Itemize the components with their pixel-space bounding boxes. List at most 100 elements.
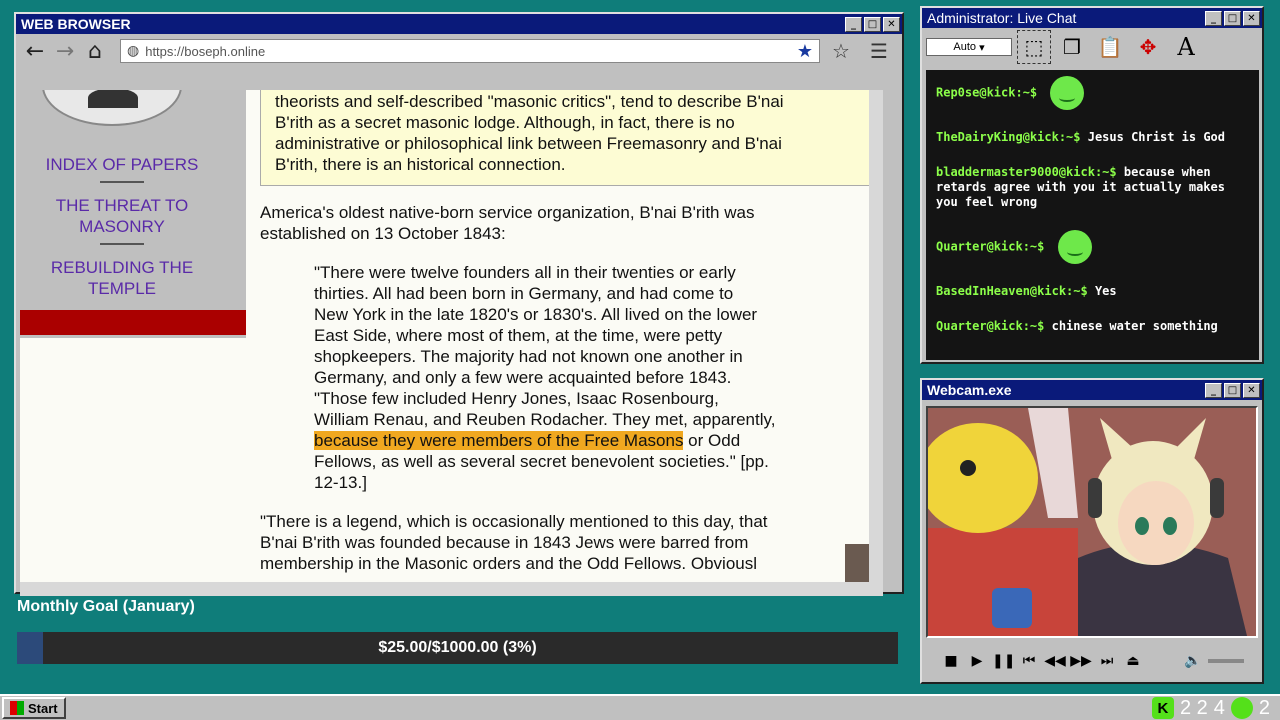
quote-text: or Odd bbox=[683, 431, 741, 450]
horizontal-scrollbar[interactable] bbox=[20, 582, 883, 596]
home-icon[interactable]: ⌂ bbox=[82, 38, 108, 64]
chat-text: chinese water something bbox=[1051, 319, 1218, 333]
chat-log: Rep0se@kick:~$ TheDairyKing@kick:~$ Jesu… bbox=[926, 70, 1259, 360]
kick-logo-icon[interactable]: K bbox=[1151, 697, 1174, 719]
chat-title: Administrator: Live Chat bbox=[927, 10, 1077, 26]
auto-dropdown[interactable]: Auto ▾ bbox=[926, 38, 1012, 56]
minimize-button[interactable]: _ bbox=[1205, 382, 1222, 398]
vertical-scrollbar[interactable] bbox=[869, 90, 883, 582]
minimize-button[interactable]: _ bbox=[1205, 10, 1222, 26]
skip-forward-icon[interactable]: ⏭ bbox=[1096, 653, 1118, 669]
quotebox-line: B'rith, there is an historical connectio… bbox=[275, 155, 566, 174]
webcam-title: Webcam.exe bbox=[927, 382, 1012, 398]
maximize-button[interactable]: □ bbox=[1224, 382, 1241, 398]
maximize-button[interactable]: □ bbox=[1224, 10, 1241, 26]
quote-line: New York in the late 1820's or 1830's. A… bbox=[314, 305, 758, 324]
quote-line: thirties. All had been born in Germany, … bbox=[314, 284, 734, 303]
smile-emote-icon bbox=[1050, 76, 1085, 110]
chat-message: BasedInHeaven@kick:~$ Yes bbox=[936, 284, 1249, 299]
browser-titlebar[interactable]: WEB BROWSER _ □ ✕ bbox=[16, 14, 902, 34]
webcam-titlebar[interactable]: Webcam.exe _ □ ✕ bbox=[922, 380, 1262, 400]
back-arrow-icon[interactable]: ← bbox=[22, 38, 48, 64]
volume-slider[interactable] bbox=[1208, 659, 1244, 663]
goal-progress-bar: $25.00/$1000.00 (3%) bbox=[17, 632, 898, 664]
chat-message: Rep0se@kick:~$ bbox=[936, 76, 1249, 110]
volume-icon[interactable]: 🔈 bbox=[1182, 653, 1204, 669]
play-circle-icon[interactable] bbox=[1230, 697, 1253, 719]
tray-count: 2 2 bbox=[1179, 696, 1208, 719]
play-icon[interactable]: ▶ bbox=[966, 653, 988, 669]
start-button[interactable]: Start bbox=[2, 697, 66, 719]
close-button[interactable]: ✕ bbox=[1243, 382, 1260, 398]
quote-line: Fellows, as well as several secret benev… bbox=[314, 452, 769, 471]
chat-username: Rep0se@kick:~$ bbox=[936, 85, 1038, 100]
chat-text: Jesus Christ is God bbox=[1087, 130, 1226, 144]
skip-back-icon[interactable]: ⏮ bbox=[1018, 653, 1040, 669]
goal-title: Monthly Goal (January) bbox=[17, 598, 195, 615]
goal-amount: $25.00/$1000.00 (3%) bbox=[378, 639, 537, 656]
eject-icon[interactable]: ⏏ bbox=[1122, 653, 1144, 669]
close-button[interactable]: ✕ bbox=[883, 16, 900, 32]
chat-titlebar[interactable]: Administrator: Live Chat _ □ ✕ bbox=[922, 8, 1262, 28]
legend-line: membership in the Masonic orders and the… bbox=[260, 554, 758, 573]
quote-line: William Renau, and Reuben Rodacher. They… bbox=[314, 410, 776, 429]
quote-line: because they were members of the Free Ma… bbox=[314, 430, 775, 451]
address-bar[interactable]: ◍ https://boseph.online ★ bbox=[120, 39, 820, 63]
font-icon[interactable]: A bbox=[1170, 31, 1202, 63]
founders-quote: "There were twelve founders all in their… bbox=[314, 262, 775, 493]
globe-icon: ◍ bbox=[127, 43, 140, 59]
tray-count: 4 bbox=[1213, 696, 1225, 719]
chat-username: bladdermaster9000@kick:~$ bbox=[936, 165, 1117, 179]
intro-line: established on 13 October 1843: bbox=[260, 224, 506, 243]
chat-message: bladdermaster9000@kick:~$ because when r… bbox=[936, 165, 1249, 210]
quote-line: Germany, and only a few were acquainted … bbox=[314, 368, 732, 387]
auto-dropdown-label: Auto bbox=[953, 41, 977, 53]
move-icon[interactable]: ✥ bbox=[1132, 31, 1164, 63]
highlighted-text: because they were members of the Free Ma… bbox=[314, 431, 684, 450]
legend-line: B'nai B'rith was founded because in 1843… bbox=[260, 533, 749, 552]
link-threat-to-masonry[interactable]: THE THREAT TO MASONRY bbox=[20, 195, 224, 237]
highlighted-quote-box: theorists and self-described "masonic cr… bbox=[260, 90, 883, 186]
minimize-button[interactable]: _ bbox=[845, 16, 862, 32]
stop-icon[interactable]: ■ bbox=[940, 653, 962, 669]
chat-message: TheDairyKing@kick:~$ Jesus Christ is God bbox=[936, 130, 1249, 145]
page-viewport: INDEX OF PAPERS THE THREAT TO MASONRY RE… bbox=[20, 90, 883, 582]
quote-line: shopkeepers. The majority had not known … bbox=[314, 347, 743, 366]
menu-icon[interactable]: ☰ bbox=[862, 39, 896, 63]
copy-icon[interactable]: ❐ bbox=[1056, 31, 1088, 63]
close-button[interactable]: ✕ bbox=[1243, 10, 1260, 26]
select-rect-icon[interactable]: ⬚ bbox=[1017, 30, 1051, 64]
taskbar: Start K 2 2 4 2 bbox=[0, 694, 1280, 720]
link-index-of-papers[interactable]: INDEX OF PAPERS bbox=[20, 154, 224, 175]
maximize-button[interactable]: □ bbox=[864, 16, 881, 32]
browser-toolbar: ← → ⌂ ◍ https://boseph.online ★ ☆ ☰ bbox=[16, 34, 902, 68]
system-tray: K 2 2 4 2 bbox=[1151, 696, 1270, 720]
quote-line: "There were twelve founders all in their… bbox=[314, 263, 736, 282]
media-controls: ■ ▶ ❚❚ ⏮ ◀◀ ▶▶ ⏭ ⏏ 🔈 bbox=[926, 644, 1258, 678]
favorites-star-icon[interactable]: ☆ bbox=[824, 39, 858, 63]
quotebox-line: B'rith as a secret masonic lodge. Althou… bbox=[275, 113, 735, 132]
chat-username: Quarter@kick:~$ bbox=[936, 239, 1045, 254]
bookmark-star-icon[interactable]: ★ bbox=[797, 41, 813, 62]
tray-count: 2 bbox=[1258, 696, 1270, 719]
forward-arrow-icon[interactable]: → bbox=[52, 38, 78, 64]
intro-paragraph: America's oldest native-born service org… bbox=[260, 202, 754, 244]
quote-line: "Those few included Henry Jones, Isaac R… bbox=[314, 389, 719, 408]
quotebox-line: theorists and self-described "masonic cr… bbox=[275, 92, 784, 111]
intro-line: America's oldest native-born service org… bbox=[260, 203, 755, 222]
chat-username: Quarter@kick:~$ bbox=[936, 319, 1045, 333]
rewind-icon[interactable]: ◀◀ bbox=[1044, 653, 1066, 669]
link-rebuilding-the-temple[interactable]: REBUILDING THE TEMPLE bbox=[20, 257, 224, 299]
browser-window: WEB BROWSER _ □ ✕ ← → ⌂ ◍ https://boseph… bbox=[14, 12, 904, 596]
chat-message: Quarter@kick:~$ bbox=[936, 230, 1249, 264]
fast-forward-icon[interactable]: ▶▶ bbox=[1070, 653, 1092, 669]
site-sidebar: INDEX OF PAPERS THE THREAT TO MASONRY RE… bbox=[20, 90, 246, 338]
divider bbox=[100, 243, 144, 245]
pause-icon[interactable]: ❚❚ bbox=[992, 653, 1015, 669]
legend-line: "There is a legend, which is occasionall… bbox=[260, 512, 768, 531]
chat-message: Quarter@kick:~$ chinese water something bbox=[936, 319, 1249, 334]
paste-icon[interactable]: 📋 bbox=[1094, 31, 1126, 63]
avatar-illustration bbox=[928, 408, 1256, 636]
url-text[interactable]: https://boseph.online bbox=[145, 44, 791, 59]
quote-line: East Side, where most of them, at the ti… bbox=[314, 326, 723, 345]
